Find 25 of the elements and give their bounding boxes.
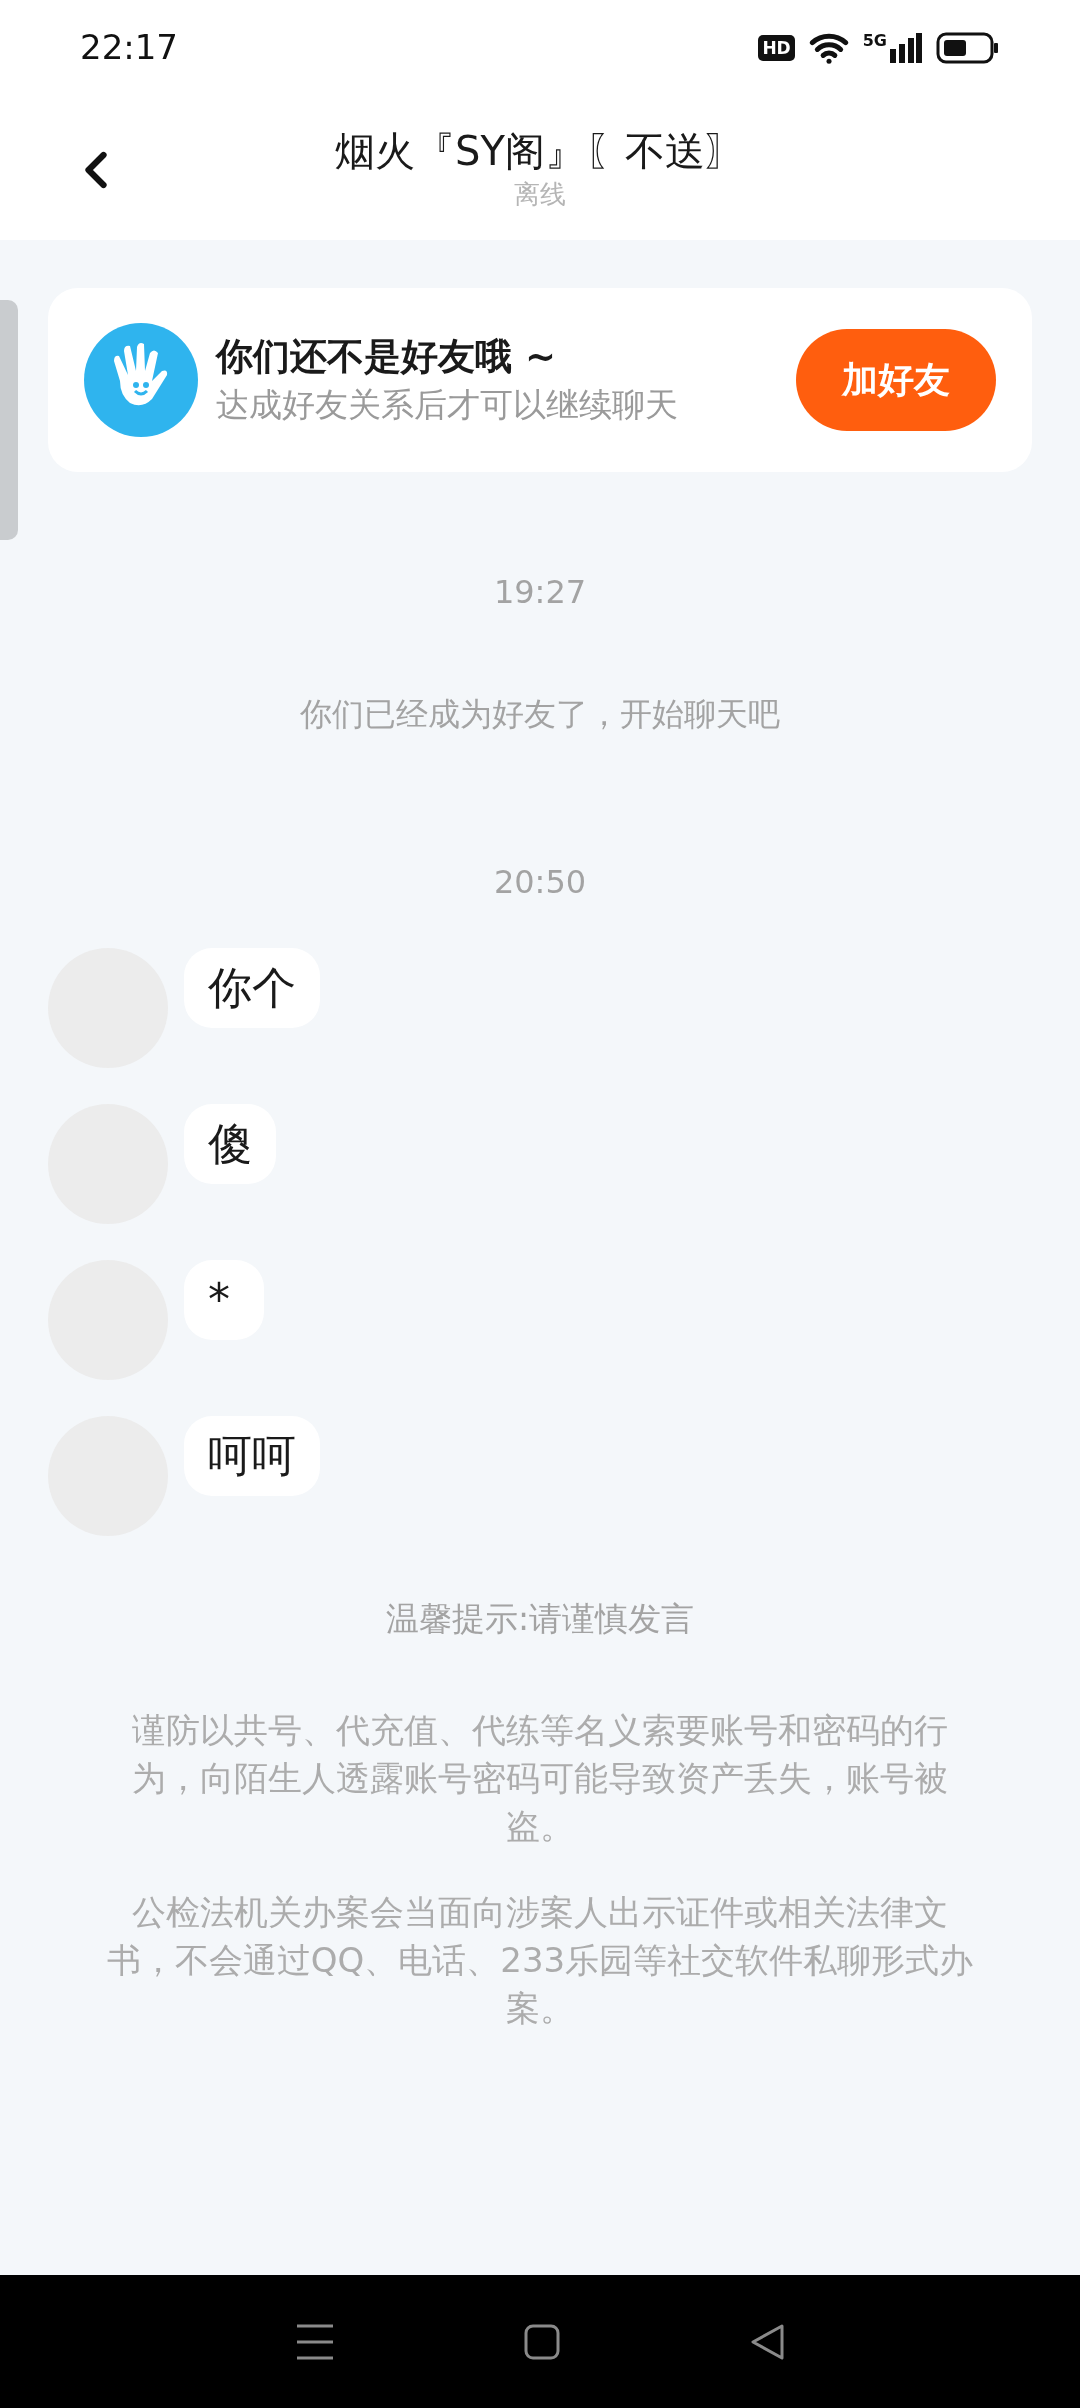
- menu-icon[interactable]: [294, 2322, 335, 2361]
- chat-title: 烟火『SY阁』〖不送〗: [335, 126, 745, 176]
- signal-icon: [890, 32, 922, 63]
- message-bubble: 傻: [184, 1104, 276, 1184]
- message-bubble: 呵呵: [184, 1416, 320, 1496]
- status-text: 离线: [514, 177, 566, 211]
- safety-notice: 谨防以共号、代充值、代练等名义索要账号和密码的行为，向陌生人透露账号密码可能导致资产丢失，账号被盗。: [131, 1708, 949, 1848]
- warm-tip: 温馨提示:请谨慎发言: [385, 1598, 695, 1640]
- system-message: 你们已经成为好友了，开始聊天吧: [300, 694, 780, 735]
- add-friend-button[interactable]: 加好友: [796, 329, 996, 431]
- status-time: 22:17: [80, 26, 178, 69]
- scroll-handle[interactable]: [0, 300, 18, 540]
- timestamp: 20:50: [493, 862, 587, 903]
- home-icon[interactable]: [524, 2323, 560, 2360]
- message-bubble: 你个: [184, 948, 320, 1028]
- timestamp: 19:27: [493, 572, 587, 613]
- waving-hand-icon: [84, 323, 198, 437]
- back-icon[interactable]: [749, 2322, 786, 2361]
- message-bubble: *: [184, 1260, 264, 1340]
- battery-icon: [936, 31, 1000, 64]
- safety-notice: 公检法机关办案会当面向涉案人出示证件或相关法律文书，不会通过QQ、电话、233乐园等社交软件私聊形式办案。: [105, 1890, 975, 2030]
- notice-title: 你们还不是好友哦 ~: [216, 334, 557, 380]
- network-type: 5G: [862, 32, 887, 49]
- hd-badge: HD: [758, 34, 795, 61]
- notice-subtitle: 达成好友关系后才可以继续聊天: [216, 384, 679, 426]
